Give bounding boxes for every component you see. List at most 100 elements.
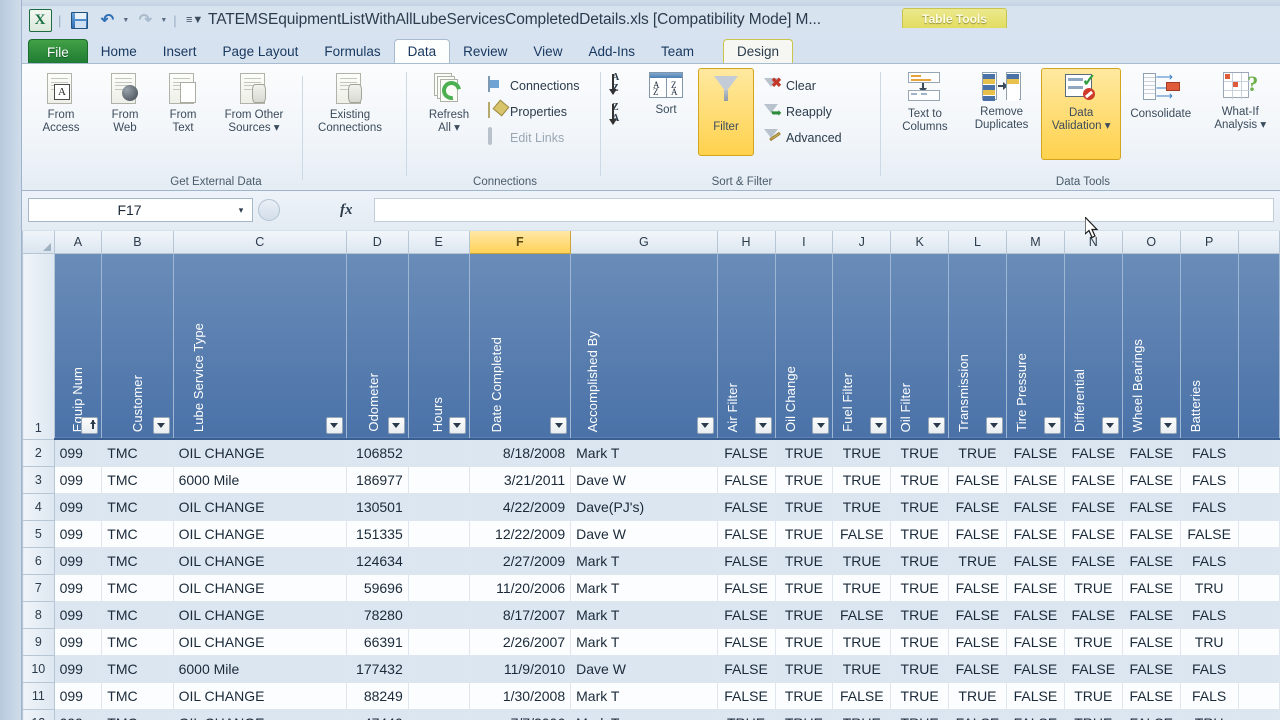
cell-A3[interactable]: 099: [54, 466, 102, 493]
table-header-date-completed[interactable]: Date Completed: [469, 253, 571, 439]
cell-G3[interactable]: Dave W: [571, 466, 717, 493]
cell-E6[interactable]: [408, 547, 469, 574]
cell-L9[interactable]: FALSE: [949, 628, 1007, 655]
cell-F7[interactable]: 11/20/2006: [469, 574, 571, 601]
table-row[interactable]: 3 099 TMC 6000 Mile 186977 3/21/2011 Dav…: [23, 466, 1280, 493]
filter-dropdown-differential[interactable]: [1102, 417, 1119, 434]
advanced-filter-button[interactable]: Advanced: [760, 126, 846, 149]
row-header-1[interactable]: 1: [23, 253, 55, 439]
remove-duplicates-button[interactable]: RemoveDuplicates: [962, 68, 1042, 132]
filter-dropdown-fuel-filter[interactable]: [870, 417, 887, 434]
col-header-E[interactable]: E: [408, 231, 469, 253]
table-row[interactable]: 9 099 TMC OIL CHANGE 66391 2/26/2007 Mar…: [23, 628, 1280, 655]
col-header-P[interactable]: P: [1180, 231, 1238, 253]
cell-F4[interactable]: 4/22/2009: [469, 493, 571, 520]
cell-E7[interactable]: [408, 574, 469, 601]
cell-O5[interactable]: FALSE: [1122, 520, 1180, 547]
cell-P6[interactable]: FALS: [1180, 547, 1238, 574]
sort-button[interactable]: AZZA Sort: [638, 68, 694, 117]
col-header-J[interactable]: J: [833, 231, 891, 253]
cell-N7[interactable]: TRUE: [1064, 574, 1122, 601]
cell-E10[interactable]: [408, 655, 469, 682]
cell-G8[interactable]: Mark T: [571, 601, 717, 628]
redo-icon[interactable]: ↷: [133, 8, 157, 32]
table-row[interactable]: 11 099 TMC OIL CHANGE 88249 1/30/2008 Ma…: [23, 682, 1280, 709]
cell-K8[interactable]: TRUE: [891, 601, 949, 628]
cell-G2[interactable]: Mark T: [571, 439, 717, 466]
table-header-batteries[interactable]: Batteries: [1180, 253, 1238, 439]
from-other-sources-button[interactable]: From OtherSources ▾: [212, 68, 296, 135]
table-header-oil-filter[interactable]: Oil Filter: [891, 253, 949, 439]
cell-G10[interactable]: Dave W: [571, 655, 717, 682]
cell-N3[interactable]: FALSE: [1064, 466, 1122, 493]
cell-Q4[interactable]: [1238, 493, 1279, 520]
cell-P9[interactable]: TRU: [1180, 628, 1238, 655]
cell-G4[interactable]: Dave(PJ's): [571, 493, 717, 520]
row-header-9[interactable]: 9: [23, 628, 55, 655]
cell-A11[interactable]: 099: [54, 682, 102, 709]
table-row[interactable]: 6 099 TMC OIL CHANGE 124634 2/27/2009 Ma…: [23, 547, 1280, 574]
cell-A12[interactable]: 099: [54, 709, 102, 720]
cell-L12[interactable]: FALSE: [949, 709, 1007, 720]
cell-M8[interactable]: FALSE: [1006, 601, 1064, 628]
table-header-customer[interactable]: Customer: [102, 253, 173, 439]
cell-C12[interactable]: OIL CHANGE: [173, 709, 346, 720]
filter-button[interactable]: Filter: [698, 68, 754, 156]
table-row[interactable]: 8 099 TMC OIL CHANGE 78280 8/17/2007 Mar…: [23, 601, 1280, 628]
cell-G12[interactable]: Mark T: [571, 709, 717, 720]
cell-N12[interactable]: TRUE: [1064, 709, 1122, 720]
col-header-G[interactable]: G: [571, 231, 717, 253]
name-box-dropdown-icon[interactable]: ▾: [230, 205, 252, 216]
cell-M4[interactable]: FALSE: [1006, 493, 1064, 520]
cell-P11[interactable]: FALS: [1180, 682, 1238, 709]
cell-D11[interactable]: 88249: [346, 682, 408, 709]
cell-K9[interactable]: TRUE: [891, 628, 949, 655]
cell-F8[interactable]: 8/17/2007: [469, 601, 571, 628]
table-header-oil-change[interactable]: Oil Change: [775, 253, 833, 439]
cell-I4[interactable]: TRUE: [775, 493, 833, 520]
cell-O6[interactable]: FALSE: [1122, 547, 1180, 574]
cell-Q7[interactable]: [1238, 574, 1279, 601]
tab-design[interactable]: Design: [723, 39, 793, 64]
cell-Q6[interactable]: [1238, 547, 1279, 574]
cell-C3[interactable]: 6000 Mile: [173, 466, 346, 493]
cell-Q12[interactable]: [1238, 709, 1279, 720]
cell-B9[interactable]: TMC: [102, 628, 173, 655]
row-header-2[interactable]: 2: [23, 439, 55, 466]
cell-A9[interactable]: 099: [54, 628, 102, 655]
cell-F12[interactable]: 7/7/2006: [469, 709, 571, 720]
cell-B6[interactable]: TMC: [102, 547, 173, 574]
cell-Q9[interactable]: [1238, 628, 1279, 655]
cell-C9[interactable]: OIL CHANGE: [173, 628, 346, 655]
filter-dropdown-equip-num[interactable]: [81, 417, 98, 434]
cell-K2[interactable]: TRUE: [891, 439, 949, 466]
table-row[interactable]: 7 099 TMC OIL CHANGE 59696 11/20/2006 Ma…: [23, 574, 1280, 601]
filter-dropdown-customer[interactable]: [153, 417, 170, 434]
cell-E8[interactable]: [408, 601, 469, 628]
table-header-odometer[interactable]: Odometer: [346, 253, 408, 439]
cell-K7[interactable]: TRUE: [891, 574, 949, 601]
customize-qat-icon[interactable]: ≡▼: [183, 8, 207, 32]
reapply-filter-button[interactable]: ➥ Reapply: [760, 100, 846, 123]
cell-A5[interactable]: 099: [54, 520, 102, 547]
cell-I3[interactable]: TRUE: [775, 466, 833, 493]
cell-F9[interactable]: 2/26/2007: [469, 628, 571, 655]
cell-I7[interactable]: TRUE: [775, 574, 833, 601]
cell-H4[interactable]: FALSE: [717, 493, 775, 520]
refresh-all-button[interactable]: RefreshAll ▾: [414, 68, 484, 135]
cell-M2[interactable]: FALSE: [1006, 439, 1064, 466]
tab-home[interactable]: Home: [88, 39, 150, 64]
cell-J9[interactable]: TRUE: [833, 628, 891, 655]
quick-access-toolbar[interactable]: X | ↶ ▼ ↷ ▼ | ≡▼: [28, 8, 207, 32]
cell-I6[interactable]: TRUE: [775, 547, 833, 574]
table-row[interactable]: 2 099 TMC OIL CHANGE 106852 8/18/2008 Ma…: [23, 439, 1280, 466]
col-header-overflow[interactable]: [1238, 231, 1279, 253]
cell-H11[interactable]: FALSE: [717, 682, 775, 709]
cell-P8[interactable]: FALS: [1180, 601, 1238, 628]
tab-page-layout[interactable]: Page Layout: [210, 39, 312, 64]
cell-D6[interactable]: 124634: [346, 547, 408, 574]
cell-O8[interactable]: FALSE: [1122, 601, 1180, 628]
col-header-I[interactable]: I: [775, 231, 833, 253]
cell-I12[interactable]: TRUE: [775, 709, 833, 720]
cell-E11[interactable]: [408, 682, 469, 709]
